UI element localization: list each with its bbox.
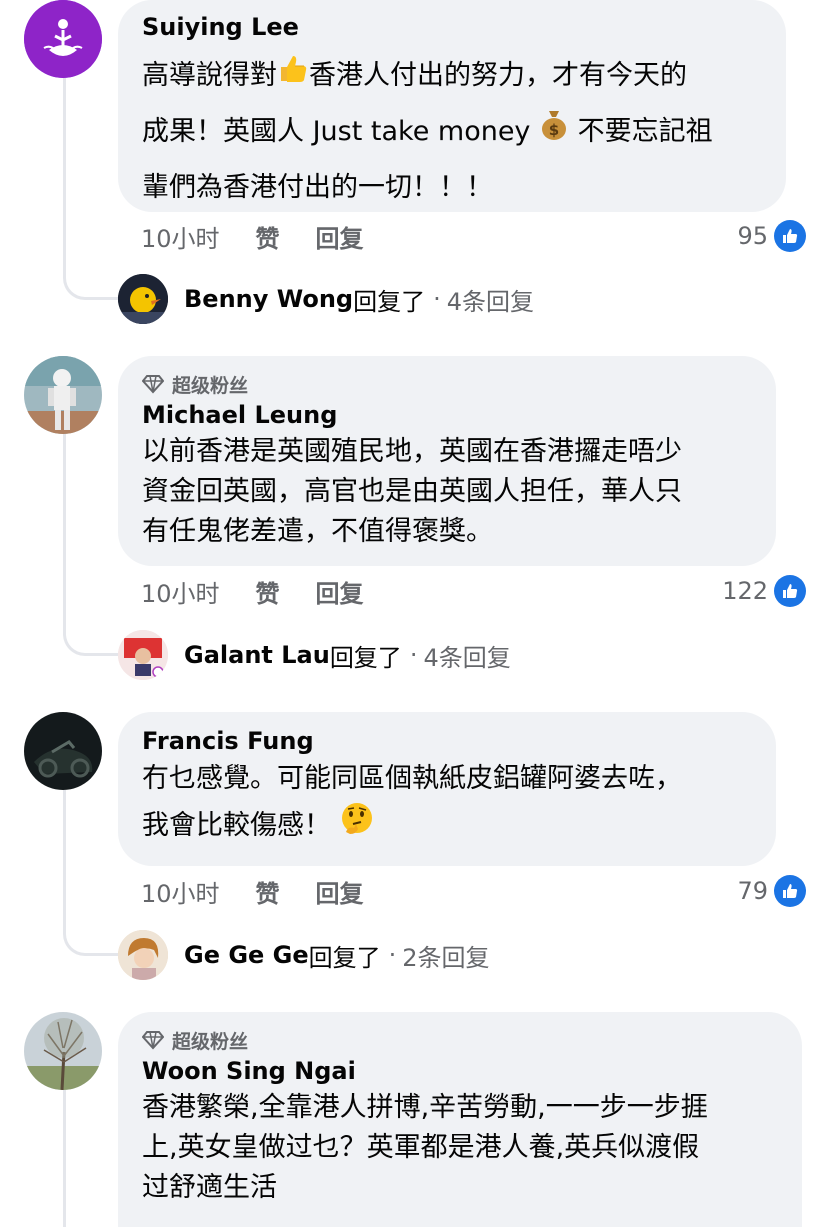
comment-author[interactable]: Woon Sing Ngai <box>142 1056 778 1086</box>
avatar[interactable] <box>24 712 102 790</box>
reply-verb: 回复了 <box>308 943 381 972</box>
separator-dot: · <box>388 941 397 969</box>
thread-line <box>63 1090 66 1227</box>
view-replies-link[interactable]: Benny Wong 回复了 · 4条回复 <box>118 274 534 324</box>
dark-photo-icon <box>24 712 102 790</box>
comment-actions: 10小时 赞 回复 <box>141 219 364 253</box>
avatar[interactable] <box>24 356 102 434</box>
reaction-number: 95 <box>737 222 768 250</box>
lotus-logo-icon <box>24 0 102 78</box>
stormtrooper-photo-icon <box>24 356 102 434</box>
reply-author: Ge Ge Ge <box>184 941 309 969</box>
like-button[interactable]: 赞 <box>256 219 280 254</box>
like-reaction-icon <box>774 875 806 907</box>
like-button[interactable]: 赞 <box>256 574 280 609</box>
money-bag-emoji-icon: $ <box>539 105 569 160</box>
reply-button[interactable]: 回复 <box>316 874 364 909</box>
separator-dot: · <box>409 641 418 669</box>
comment-text: 冇乜感覺。可能同區個執紙皮鋁罐阿婆去咗， 我會比較傷感！ <box>142 756 752 851</box>
top-fan-badge[interactable]: 超级粉丝 <box>142 370 752 398</box>
reply-count: 4条回复 <box>423 643 511 672</box>
thread-line <box>63 78 66 268</box>
reply-count: 4条回复 <box>446 287 535 316</box>
reply-button[interactable]: 回复 <box>316 219 364 254</box>
reaction-count[interactable]: 95 <box>737 219 806 253</box>
reply-verb: 回复了 <box>353 287 426 316</box>
comment-bubble: 超级粉丝 Woon Sing Ngai 香港繁榮,全靠港人拼博,辛苦勞動,一一步… <box>118 1012 802 1227</box>
diamond-icon <box>142 1031 164 1050</box>
reply-verb: 回复了 <box>329 643 402 672</box>
thumbs-up-emoji-icon <box>277 49 309 104</box>
comment-actions: 10小时 赞 回复 <box>141 874 364 908</box>
diamond-icon <box>142 375 164 394</box>
avatar <box>118 630 168 680</box>
comment-actions: 10小时 赞 回复 <box>141 574 364 608</box>
reply-connector <box>63 916 119 956</box>
comment-bubble: 超级粉丝 Michael Leung 以前香港是英國殖民地，英國在香港攞走唔少 … <box>118 356 776 566</box>
view-replies-link[interactable]: Ge Ge Ge 回复了 · 2条回复 <box>118 930 490 980</box>
reply-button[interactable]: 回复 <box>316 574 364 609</box>
comment-text: 以前香港是英國殖民地，英國在香港攞走唔少 資金回英國，高官也是由英國人担任，華人… <box>142 436 682 547</box>
tree-photo-icon <box>24 1012 102 1090</box>
reply-author: Benny Wong <box>184 285 354 313</box>
thinking-face-emoji-icon <box>340 802 374 851</box>
avatar <box>118 274 168 324</box>
like-reaction-icon <box>774 575 806 607</box>
like-button[interactable]: 赞 <box>256 874 280 909</box>
comment-bubble: Suiying Lee 高導說得對 香港人付出的努力，才有今天的 成果！英國人 J… <box>118 0 786 212</box>
comment-bubble: Francis Fung 冇乜感覺。可能同區個執紙皮鋁罐阿婆去咗， 我會比較傷感… <box>118 712 776 866</box>
svg-text:$: $ <box>549 121 559 139</box>
top-fan-badge[interactable]: 超级粉丝 <box>142 1026 778 1054</box>
reaction-count[interactable]: 122 <box>722 574 806 608</box>
comment-author[interactable]: Suiying Lee <box>142 12 762 42</box>
view-replies-link[interactable]: Galant Lau 回复了 · 4条回复 <box>118 630 511 680</box>
comment-time[interactable]: 10小时 <box>141 574 220 609</box>
like-reaction-icon <box>774 220 806 252</box>
avatar <box>118 930 168 980</box>
reply-author: Galant Lau <box>184 641 330 669</box>
comment-author[interactable]: Michael Leung <box>142 400 752 430</box>
reaction-count[interactable]: 79 <box>737 874 806 908</box>
comment-author[interactable]: Francis Fung <box>142 726 752 756</box>
reply-count: 2条回复 <box>402 943 490 972</box>
reply-connector <box>63 616 119 656</box>
comment-time[interactable]: 10小时 <box>141 874 220 909</box>
reaction-number: 122 <box>722 577 768 605</box>
reaction-number: 79 <box>737 877 768 905</box>
thread-line <box>63 790 66 926</box>
separator-dot: · <box>433 285 441 313</box>
comment-text: 高導說得對 香港人付出的努力，才有今天的 成果！英國人 Just take mon… <box>142 48 762 215</box>
comment-text: 香港繁榮,全靠港人拼博,辛苦勞動,一一步一步捱 上,英女皇做过乜？英軍都是港人養… <box>142 1092 708 1203</box>
avatar[interactable] <box>24 0 102 78</box>
reply-connector <box>63 260 119 300</box>
avatar[interactable] <box>24 1012 102 1090</box>
comment-time[interactable]: 10小时 <box>141 219 220 254</box>
thread-line <box>63 434 66 624</box>
